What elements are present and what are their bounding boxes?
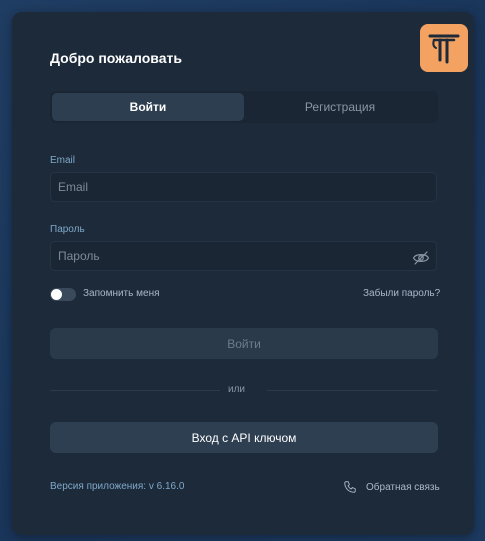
forgot-password-link[interactable]: Забыли пароль? bbox=[363, 288, 440, 299]
tab-login[interactable]: Войти bbox=[52, 93, 244, 121]
auth-tabs: Войти Регистрация bbox=[50, 91, 438, 123]
email-label: Email bbox=[50, 155, 76, 166]
feedback-link[interactable]: Обратная связь bbox=[366, 482, 440, 493]
email-placeholder: Email bbox=[58, 180, 89, 194]
page-title: Добро пожаловать bbox=[50, 50, 182, 66]
toggle-knob bbox=[51, 289, 62, 300]
password-field[interactable]: Пароль bbox=[50, 241, 437, 271]
password-label: Пароль bbox=[50, 224, 85, 235]
tab-register[interactable]: Регистрация bbox=[244, 93, 436, 121]
divider-right bbox=[267, 390, 438, 391]
login-card: Добро пожаловать Войти Регистрация Email… bbox=[12, 12, 474, 535]
api-key-login-button[interactable]: Вход с API ключом bbox=[50, 422, 438, 453]
divider-left bbox=[50, 390, 220, 391]
password-placeholder: Пароль bbox=[58, 249, 100, 263]
divider-label: или bbox=[228, 384, 246, 395]
login-button[interactable]: Войти bbox=[50, 328, 438, 359]
app-version: Версия приложения: v 6.16.0 bbox=[50, 481, 185, 492]
email-field[interactable]: Email bbox=[50, 172, 437, 202]
app-logo-icon bbox=[420, 24, 468, 72]
remember-me-toggle[interactable] bbox=[50, 288, 76, 301]
remember-me-label: Запомнить меня bbox=[83, 288, 160, 299]
phone-icon[interactable] bbox=[343, 480, 357, 494]
eye-off-icon[interactable] bbox=[412, 249, 430, 267]
